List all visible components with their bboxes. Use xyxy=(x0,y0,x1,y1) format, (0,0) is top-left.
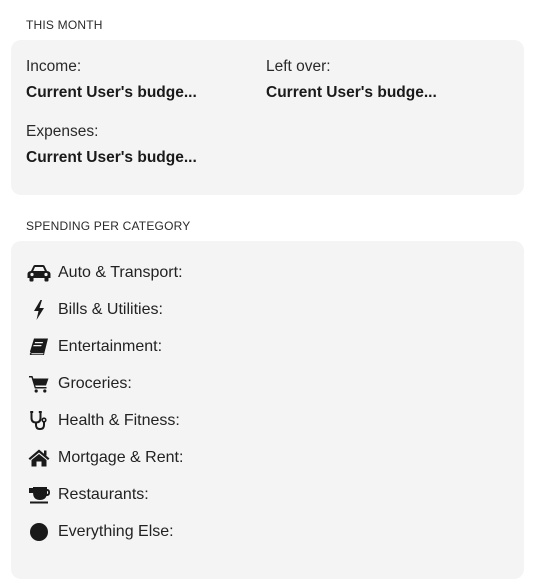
category-restaurants[interactable]: Restaurants: xyxy=(26,483,149,507)
category-everything-else[interactable]: Everything Else: xyxy=(26,520,174,544)
income-stat: Income: Current User's budge... xyxy=(26,58,197,102)
category-label: Entertainment: xyxy=(58,338,163,355)
book-icon xyxy=(26,336,52,358)
category-mortgage-rent[interactable]: Mortgage & Rent: xyxy=(26,446,183,470)
spending-card: Auto & Transport: Bills & Utilities: Ent… xyxy=(11,241,524,579)
left-over-value: Current User's budge... xyxy=(266,84,437,101)
category-label: Auto & Transport: xyxy=(58,264,183,281)
category-label: Everything Else: xyxy=(58,523,174,540)
category-groceries[interactable]: Groceries: xyxy=(26,372,132,396)
category-label: Health & Fitness: xyxy=(58,412,180,429)
category-health-fitness[interactable]: Health & Fitness: xyxy=(26,409,180,433)
spending-heading: SPENDING PER CATEGORY xyxy=(26,219,191,233)
cart-icon xyxy=(26,373,52,395)
expenses-stat: Expenses: Current User's budge... xyxy=(26,123,197,167)
income-value: Current User's budge... xyxy=(26,84,197,101)
stethoscope-icon xyxy=(26,410,52,432)
category-label: Restaurants: xyxy=(58,486,149,503)
circle-icon xyxy=(26,521,52,543)
left-over-label: Left over: xyxy=(266,58,331,75)
category-label: Bills & Utilities: xyxy=(58,301,163,318)
car-icon xyxy=(26,262,52,284)
category-auto-transport[interactable]: Auto & Transport: xyxy=(26,261,183,285)
coffee-icon xyxy=(26,484,52,506)
bolt-icon xyxy=(26,299,52,321)
this-month-heading: THIS MONTH xyxy=(26,18,103,32)
left-over-stat: Left over: Current User's budge... xyxy=(266,58,437,102)
category-label: Mortgage & Rent: xyxy=(58,449,184,466)
income-label: Income: xyxy=(26,58,82,75)
this-month-card: Income: Current User's budge... Left ove… xyxy=(11,40,524,195)
home-icon xyxy=(26,447,52,469)
category-label: Groceries: xyxy=(58,375,132,392)
category-entertainment[interactable]: Entertainment: xyxy=(26,335,162,359)
category-bills-utilities[interactable]: Bills & Utilities: xyxy=(26,298,163,322)
expenses-value: Current User's budge... xyxy=(26,149,197,166)
expenses-label: Expenses: xyxy=(26,123,99,140)
